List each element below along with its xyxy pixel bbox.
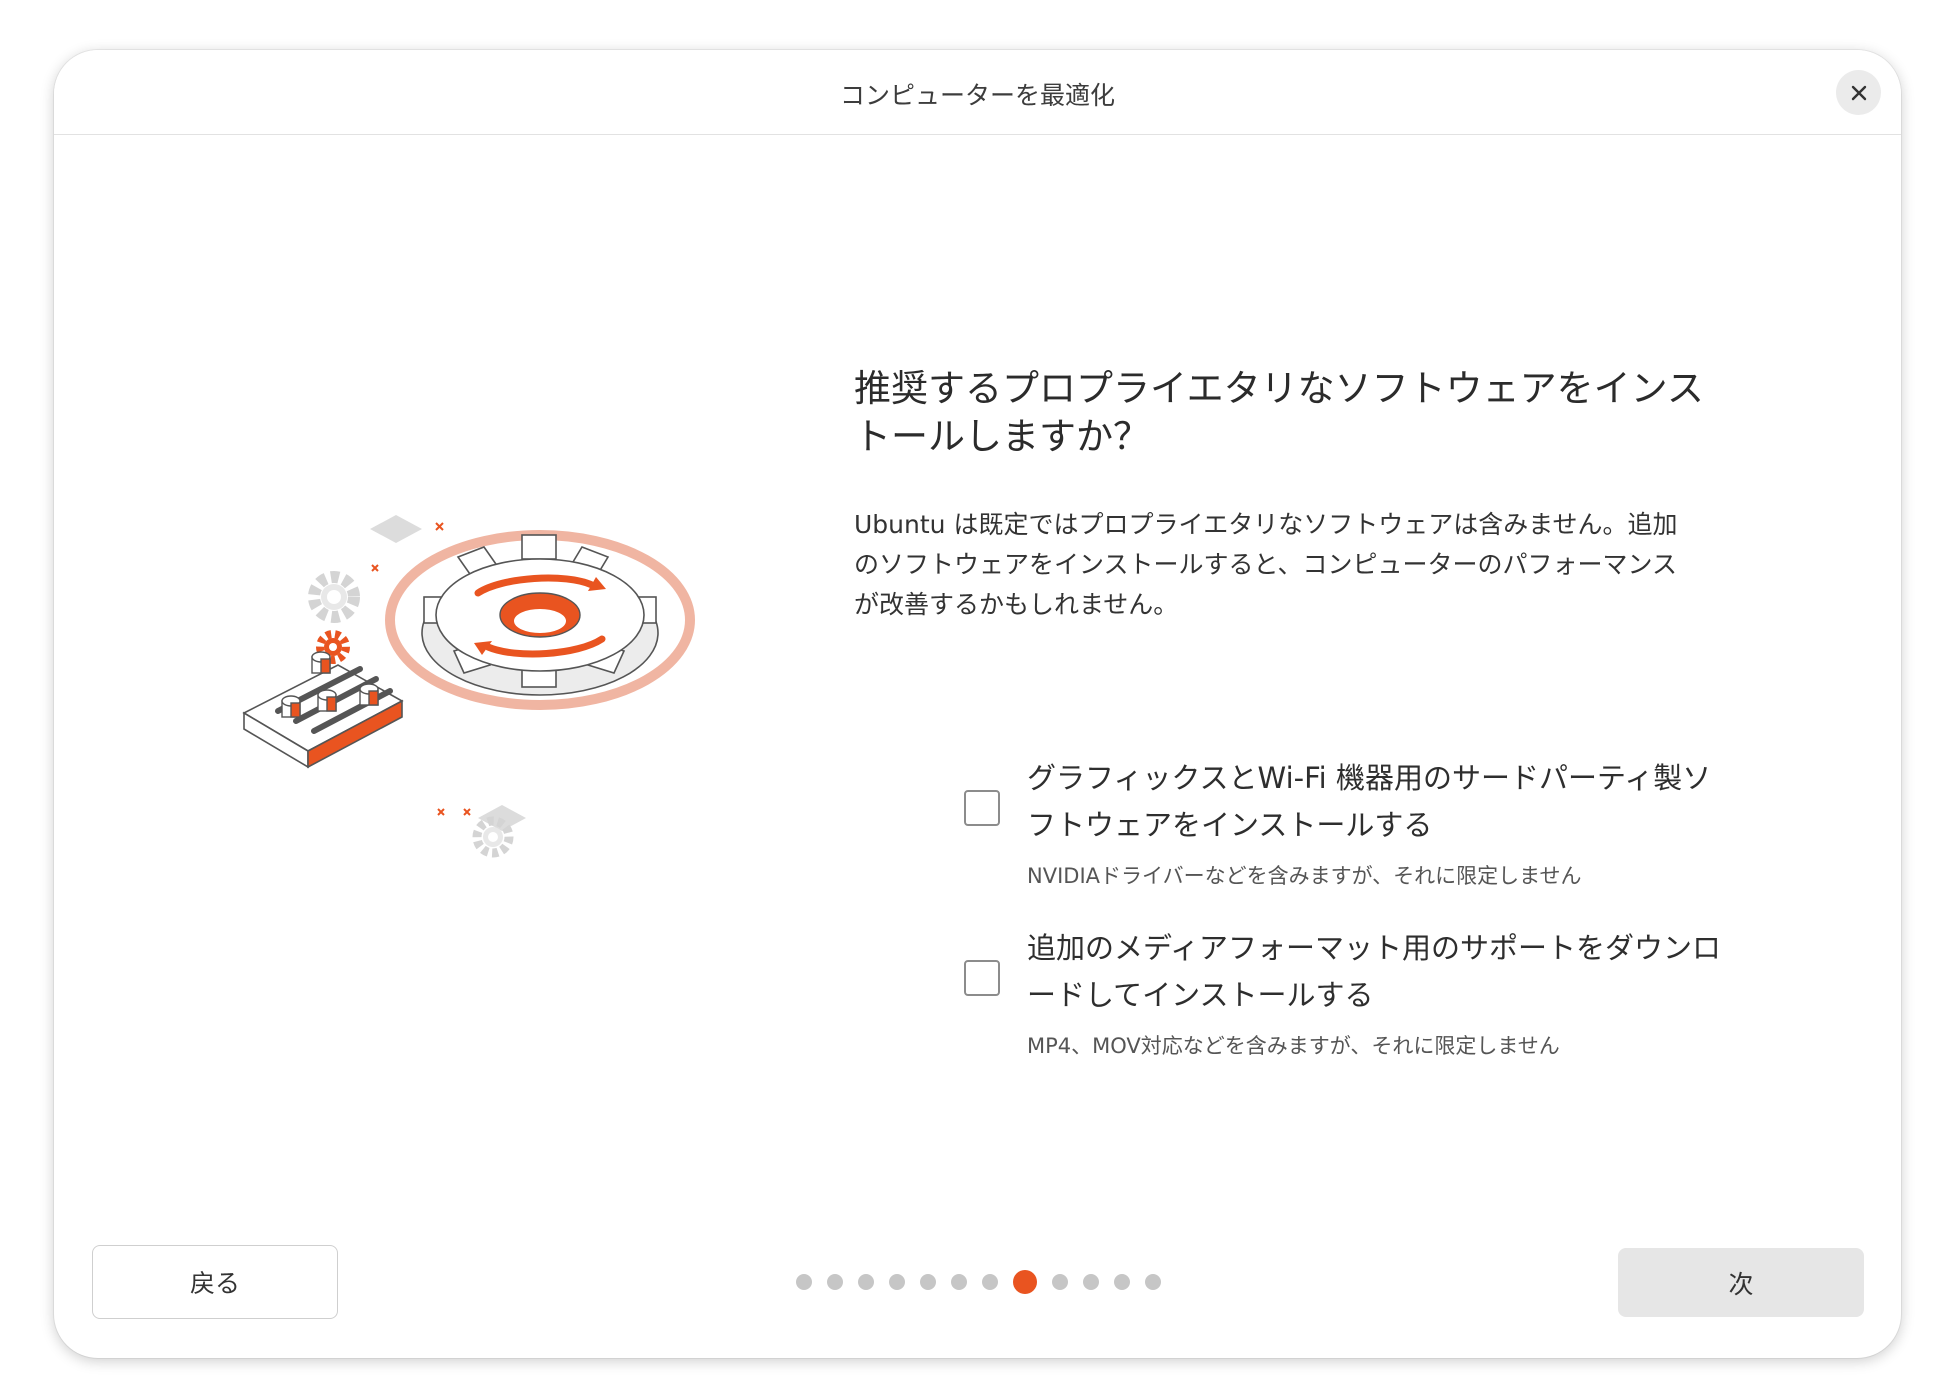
page-description: Ubuntu は既定ではプロプライエタリなソフトウェアは含みません。追加のソフト… — [854, 510, 1678, 619]
optimize-illustration — [242, 515, 695, 858]
close-icon — [1851, 85, 1866, 100]
third-party-checkbox[interactable] — [964, 790, 1000, 826]
slider-panel-icon — [242, 651, 404, 769]
progress-dot — [951, 1274, 967, 1290]
progress-dot — [1145, 1274, 1161, 1290]
media-formats-checkbox[interactable] — [964, 960, 1000, 996]
progress-dot — [920, 1274, 936, 1290]
window-title: コンピューターを最適化 — [839, 81, 1115, 110]
page-heading: 推奨するプロプライエタリなソフトウェアをインストールしますか？ — [854, 367, 1704, 458]
progress-dot — [827, 1274, 843, 1290]
progress-dot — [1052, 1274, 1068, 1290]
small-gear-gray-icon — [308, 571, 360, 623]
progress-dot — [858, 1274, 874, 1290]
progress-dot — [796, 1274, 812, 1290]
back-button[interactable]: 戻る — [92, 1245, 338, 1319]
progress-dots — [796, 1267, 1176, 1297]
media-formats-label[interactable]: 追加のメディアフォーマット用のサポートをダウンロードしてインストールする — [1027, 925, 1727, 1019]
progress-dot — [1083, 1274, 1099, 1290]
title-bar: コンピューターを最適化 — [54, 50, 1901, 135]
installer-window: コンピューターを最適化 推奨するプロプライエタリなソフトウェアをインストールしま… — [54, 50, 1901, 1358]
progress-dot-active — [1013, 1270, 1037, 1294]
close-button[interactable] — [1836, 70, 1881, 115]
progress-dot — [889, 1274, 905, 1290]
progress-dot — [982, 1274, 998, 1290]
progress-dot — [1114, 1274, 1130, 1290]
next-button[interactable]: 次 — [1618, 1248, 1864, 1317]
third-party-label[interactable]: グラフィックスとWi-Fi 機器用のサードパーティ製ソフトウェアをインストールす… — [1027, 755, 1727, 849]
third-party-sublabel: NVIDIAドライバーなどを含みますが、それに限定しません — [1027, 864, 1582, 888]
media-formats-sublabel: MP4、MOV対応などを含みますが、それに限定しません — [1027, 1034, 1560, 1058]
decor-diamond-icon — [370, 515, 422, 543]
main-content: 推奨するプロプライエタリなソフトウェアをインストールしますか？ Ubuntu は… — [854, 365, 1734, 1058]
